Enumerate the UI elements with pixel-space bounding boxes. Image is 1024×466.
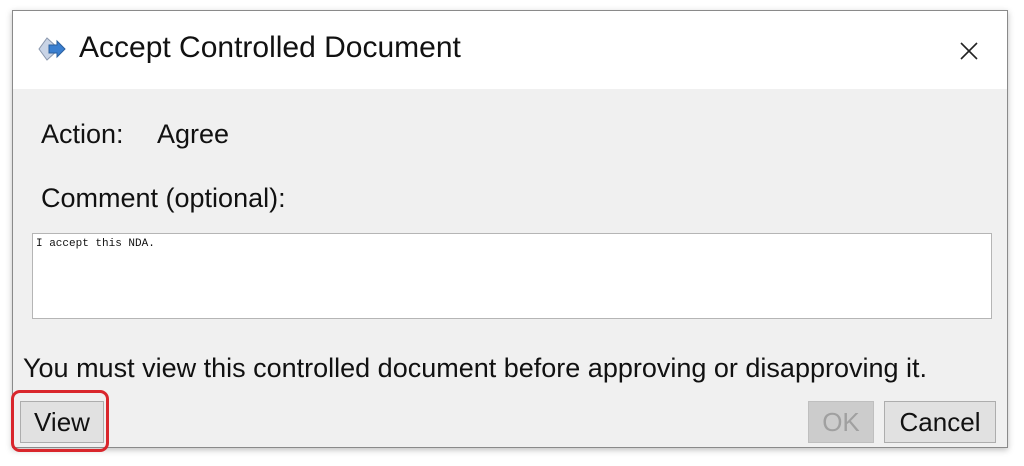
ok-button[interactable]: OK bbox=[808, 401, 874, 443]
comment-input[interactable] bbox=[32, 233, 992, 319]
view-required-notice: You must view this controlled document b… bbox=[23, 353, 928, 383]
close-icon bbox=[960, 42, 978, 60]
title-bar: Accept Controlled Document bbox=[13, 11, 1007, 89]
close-button[interactable] bbox=[951, 33, 987, 69]
accept-controlled-document-dialog: Accept Controlled Document Action: Agree… bbox=[12, 10, 1008, 448]
dialog-title: Accept Controlled Document bbox=[79, 31, 461, 64]
action-value: Agree bbox=[157, 119, 230, 149]
document-arrow-icon bbox=[37, 36, 67, 62]
view-button[interactable]: View bbox=[20, 401, 104, 443]
comment-label: Comment (optional): bbox=[41, 183, 286, 213]
cancel-button[interactable]: Cancel bbox=[884, 401, 996, 443]
action-label: Action: bbox=[41, 119, 124, 149]
